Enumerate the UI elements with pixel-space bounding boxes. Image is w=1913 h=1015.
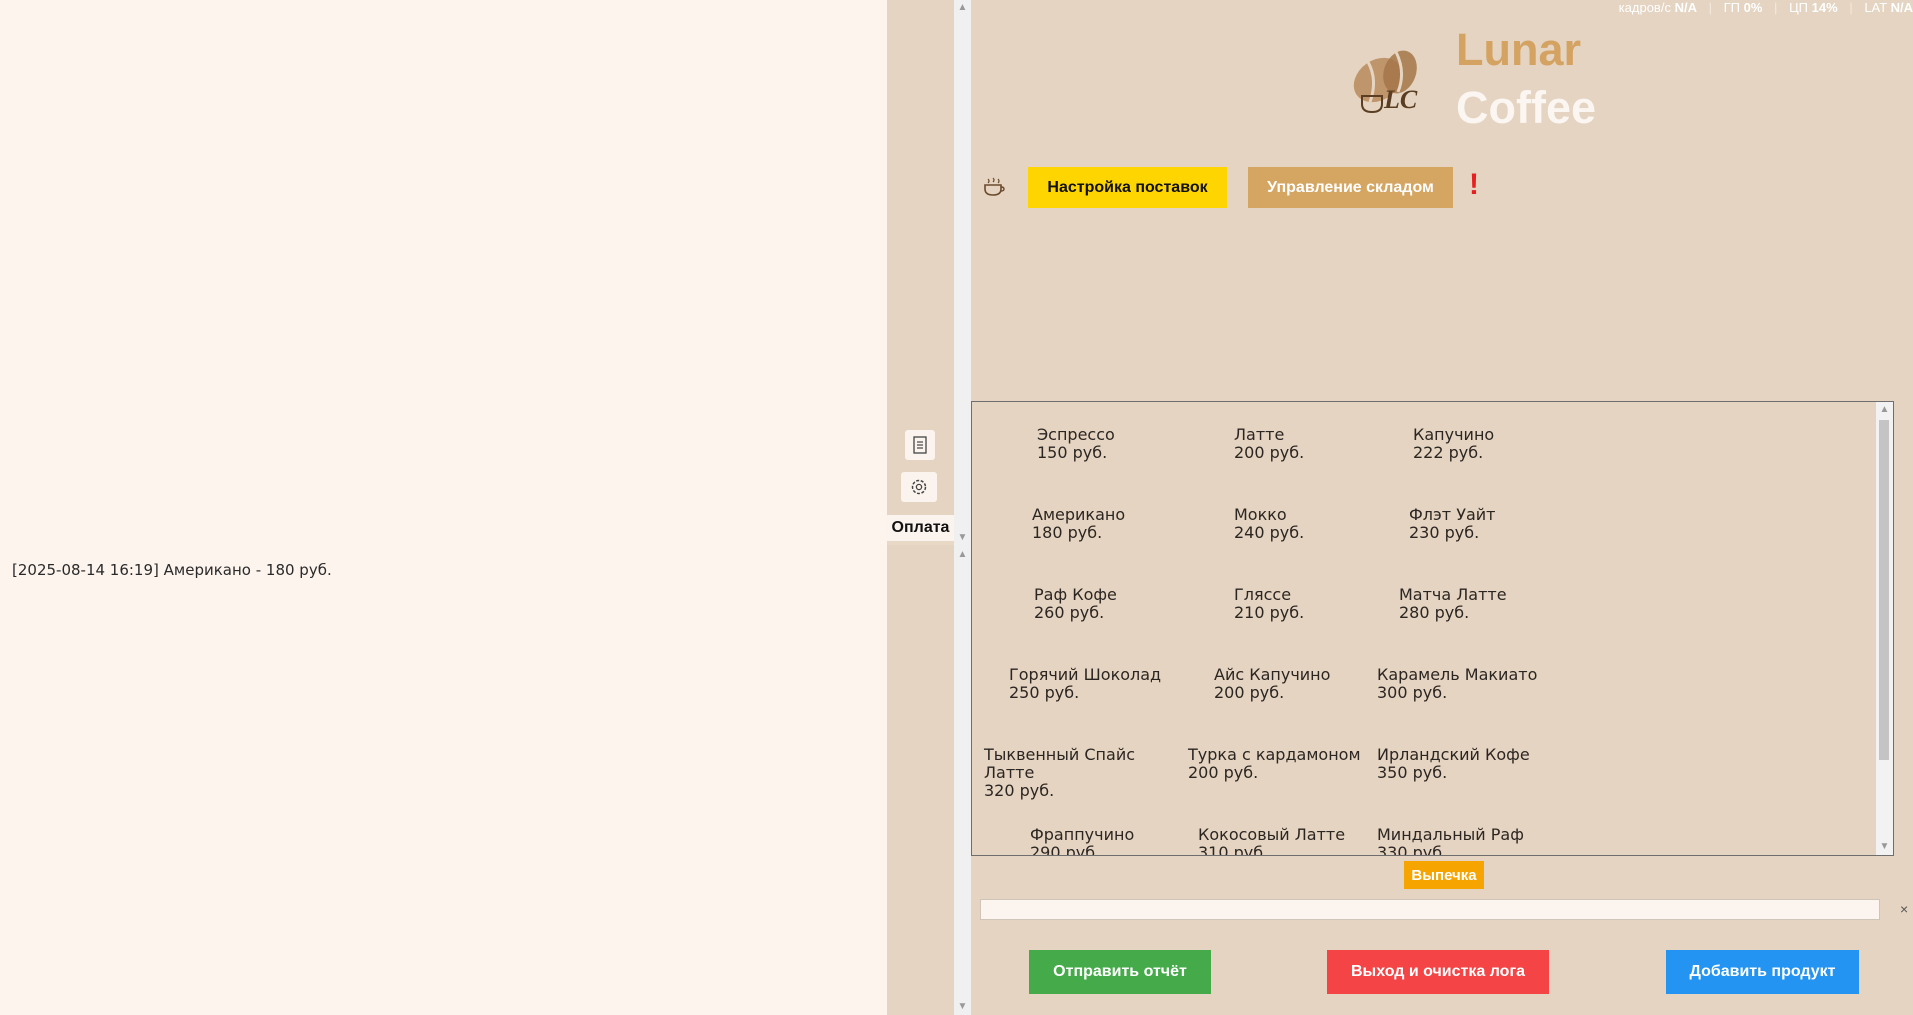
close-icon[interactable]: ×: [1900, 901, 1908, 917]
menu-item-name: Турка с кардамоном: [1188, 745, 1361, 764]
report-button[interactable]: [905, 430, 935, 460]
log-entry: [2025-08-14 16:19] Американо - 180 руб.: [12, 561, 332, 579]
menu-item-name: Гляссе: [1234, 585, 1292, 604]
menu-item-name: Флэт Уайт: [1409, 505, 1496, 524]
menu-item-price: 210 руб.: [1234, 603, 1305, 622]
lat-label: LAT: [1864, 0, 1887, 15]
menu-item[interactable]: Капучино 222 руб.: [1413, 426, 1601, 462]
menu-item[interactable]: Кокосовый Латте 310 руб.: [1198, 826, 1386, 856]
menu-item[interactable]: Тыквенный Спайс Латте 320 руб.: [984, 746, 1172, 800]
menu-item[interactable]: Карамель Макиато 300 руб.: [1377, 666, 1565, 702]
gpu-value: 0%: [1743, 0, 1763, 15]
menu-item-name: Мокко: [1234, 505, 1287, 524]
gpu-label: ГП: [1723, 0, 1740, 15]
menu-item-name: Тыквенный Спайс Латте: [984, 745, 1136, 782]
document-icon: [913, 436, 927, 454]
menu-item-name: Американо: [1032, 505, 1126, 524]
menu-item[interactable]: Гляссе 210 руб.: [1234, 586, 1422, 622]
tab-payment[interactable]: Оплата: [887, 515, 954, 545]
scroll-up-icon[interactable]: ▲: [1876, 402, 1893, 418]
menu-item[interactable]: Раф Кофе 260 руб.: [1034, 586, 1222, 622]
scroll-up-icon[interactable]: ▲: [954, 0, 971, 16]
menu-item-price: 310 руб.: [1198, 843, 1269, 856]
menu-item-name: Карамель Макиато: [1377, 665, 1538, 684]
performance-overlay: кадров/с N/A | ГП 0% | ЦП 14% | LAT N/A: [1618, 0, 1913, 15]
menu-item[interactable]: Матча Латте 280 руб.: [1399, 586, 1587, 622]
log-panel: [2025-08-14 16:19] Американо - 180 руб.: [0, 0, 887, 1015]
scroll-thumb[interactable]: [1879, 420, 1889, 760]
menu-item-name: Капучино: [1413, 425, 1495, 444]
menu-item[interactable]: Американо 180 руб.: [1032, 506, 1220, 542]
alert-icon[interactable]: !: [1469, 168, 1479, 202]
menu-item-name: Миндальный Раф: [1377, 825, 1524, 844]
supply-settings-button[interactable]: Настройка поставок: [1028, 167, 1227, 208]
menu-item-price: 280 руб.: [1399, 603, 1470, 622]
menu-item-name: Эспрессо: [1037, 425, 1115, 444]
menu-item-price: 200 руб.: [1188, 763, 1259, 782]
menu-item-name: Кокосовый Латте: [1198, 825, 1346, 844]
menu-item-price: 300 руб.: [1377, 683, 1448, 702]
menu-item-name: Ирландский Кофе: [1377, 745, 1530, 764]
menu-item[interactable]: Горячий Шоколад 250 руб.: [1009, 666, 1197, 702]
menu-item[interactable]: Эспрессо 150 руб.: [1037, 426, 1225, 462]
menu-item[interactable]: Латте 200 руб.: [1234, 426, 1422, 462]
scroll-up-icon[interactable]: ▲: [954, 547, 971, 563]
menu-item-price: 350 руб.: [1377, 763, 1448, 782]
send-report-button[interactable]: Отправить отчёт: [1029, 950, 1211, 994]
menu-item-name: Латте: [1234, 425, 1285, 444]
menu-item-price: 180 руб.: [1032, 523, 1103, 542]
menu-item-price: 330 руб.: [1377, 843, 1448, 856]
fps-value: N/A: [1674, 0, 1697, 15]
menu-item-name: Раф Кофе: [1034, 585, 1117, 604]
menu-item-price: 230 руб.: [1409, 523, 1480, 542]
cpu-label: ЦП: [1789, 0, 1809, 15]
scroll-down-icon[interactable]: ▼: [1876, 839, 1893, 855]
menu-item-price: 200 руб.: [1214, 683, 1285, 702]
search-input[interactable]: [980, 899, 1880, 920]
exit-clear-button[interactable]: Выход и очистка лога: [1327, 950, 1549, 994]
menu-item[interactable]: Айс Капучино 200 руб.: [1214, 666, 1402, 702]
main-panel: кадров/с N/A | ГП 0% | ЦП 14% | LAT N/A …: [971, 0, 1913, 1015]
menu-item[interactable]: Турка с кардамоном 200 руб.: [1188, 746, 1376, 782]
menu-item[interactable]: Мокко 240 руб.: [1234, 506, 1422, 542]
category-tab-bakery[interactable]: Выпечка: [1404, 861, 1484, 889]
menu-item[interactable]: Ирландский Кофе 350 руб.: [1377, 746, 1565, 782]
gear-icon: [911, 479, 927, 495]
menu-item[interactable]: Фраппучино 290 руб.: [1030, 826, 1218, 856]
scrollbar[interactable]: ▲ ▼ ▲ ▼: [954, 0, 971, 1015]
menu-item-name: Айс Капучино: [1214, 665, 1331, 684]
menu-item-name: Матча Латте: [1399, 585, 1507, 604]
side-toolbar: Оплата: [887, 0, 954, 1015]
warehouse-button[interactable]: Управление складом: [1248, 167, 1453, 208]
menu-item-name: Горячий Шоколад: [1009, 665, 1162, 684]
menu-scrollbar[interactable]: ▲ ▼: [1876, 402, 1893, 855]
menu-item-name: Фраппучино: [1030, 825, 1135, 844]
menu-item-price: 290 руб.: [1030, 843, 1101, 856]
menu-item-price: 250 руб.: [1009, 683, 1080, 702]
menu-item-price: 150 руб.: [1037, 443, 1108, 462]
coffee-cup-icon[interactable]: [982, 175, 1006, 199]
brand-subtitle: Coffee: [1456, 82, 1597, 133]
menu-grid: Эспрессо 150 руб. Латте 200 руб. Капучино 222…: [971, 401, 1894, 856]
svg-text:LC: LC: [1383, 85, 1418, 114]
menu-item-price: 200 руб.: [1234, 443, 1305, 462]
menu-item-price: 240 руб.: [1234, 523, 1305, 542]
brand-title: Lunar: [1456, 24, 1582, 75]
menu-item[interactable]: Миндальный Раф 330 руб.: [1377, 826, 1565, 856]
lat-value: N/A: [1890, 0, 1913, 15]
settings-button[interactable]: [901, 472, 937, 502]
add-product-button[interactable]: Добавить продукт: [1666, 950, 1859, 994]
menu-item-price: 260 руб.: [1034, 603, 1105, 622]
menu-item-price: 222 руб.: [1413, 443, 1484, 462]
scroll-down-icon[interactable]: ▼: [954, 530, 971, 546]
scroll-down-icon[interactable]: ▼: [954, 999, 971, 1015]
cpu-value: 14%: [1811, 0, 1838, 15]
fps-label: кадров/с: [1618, 0, 1671, 15]
logo: LC: [1353, 50, 1418, 114]
menu-item-price: 320 руб.: [984, 781, 1055, 800]
menu-item[interactable]: Флэт Уайт 230 руб.: [1409, 506, 1597, 542]
